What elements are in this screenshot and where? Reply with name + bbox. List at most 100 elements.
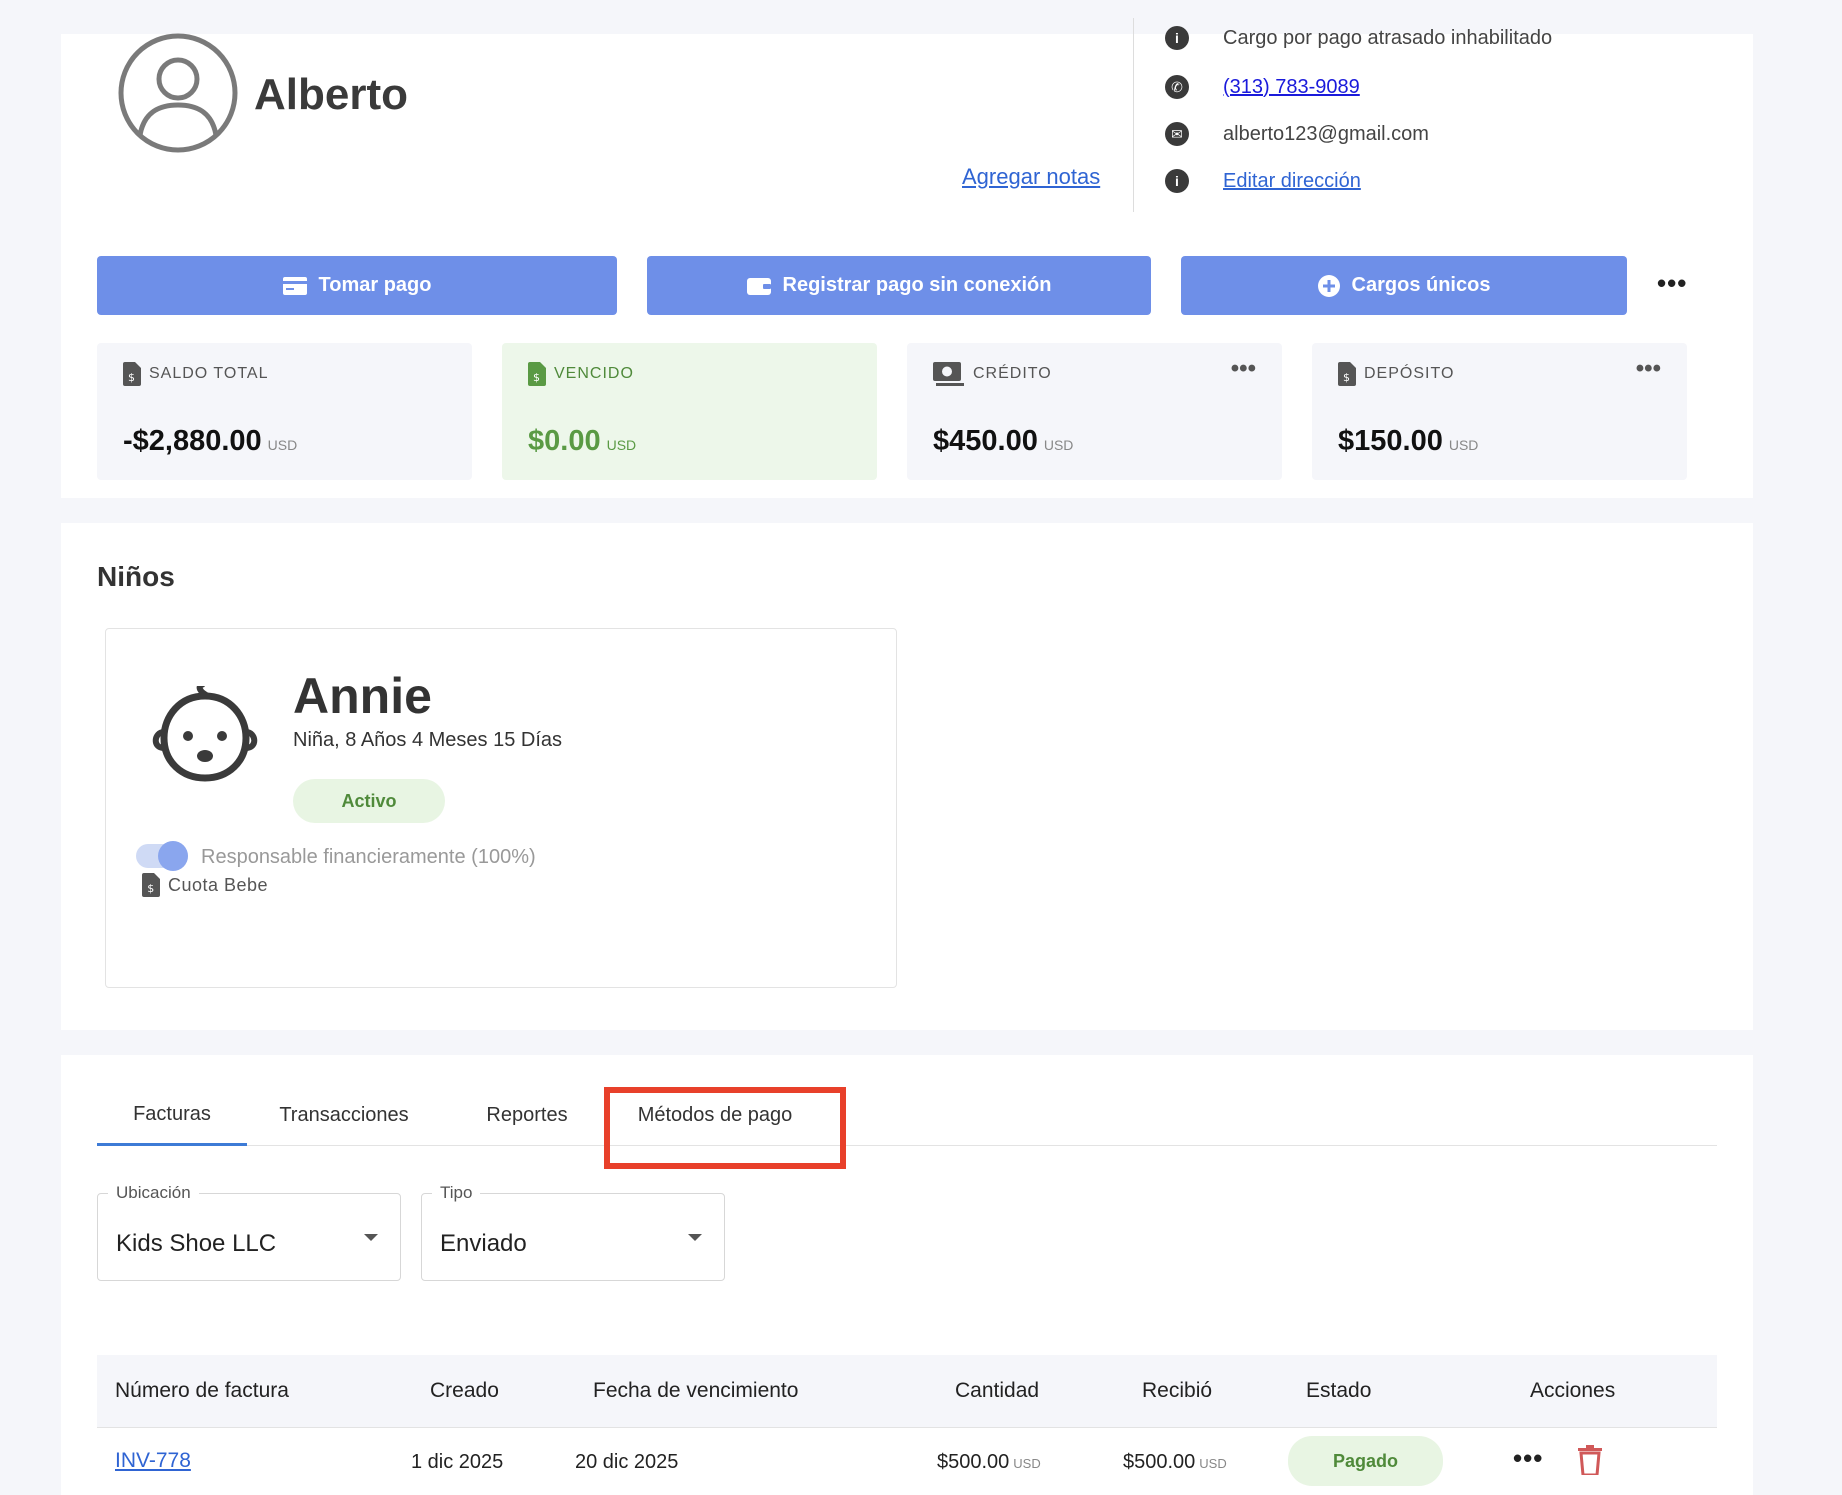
received-cell: $500.00 USD	[1123, 1451, 1227, 1474]
credit-card-icon	[282, 276, 307, 295]
tab-reports[interactable]: Reportes	[452, 1085, 602, 1145]
type-select-label: Tipo	[432, 1183, 481, 1203]
column-header[interactable]: Recibió	[1142, 1355, 1212, 1427]
edit-address-link[interactable]: Editar dirección	[1223, 170, 1361, 193]
invoice-number-link[interactable]: INV-778	[115, 1449, 191, 1473]
vertical-divider	[1133, 18, 1134, 212]
type-select-value: Enviado	[440, 1230, 527, 1257]
trash-icon[interactable]	[1577, 1445, 1603, 1475]
stat-label: VENCIDO	[554, 365, 634, 382]
invoice-icon: $	[528, 362, 546, 386]
stat-total-balance: $ SALDO TOTAL -$2,880.00 USD	[97, 343, 472, 480]
stat-overdue: $ VENCIDO $0.00 USD	[502, 343, 877, 480]
credit-more-icon[interactable]: •••	[1231, 355, 1256, 383]
caret-down-icon	[364, 1234, 378, 1241]
stat-label: CRÉDITO	[973, 365, 1052, 382]
kids-title: Niños	[97, 561, 175, 592]
svg-text:$: $	[128, 371, 136, 384]
fee-label: Cuota Bebe	[168, 874, 269, 895]
late-fee-text: Cargo por pago atrasado inhabilitado	[1223, 26, 1553, 49]
child-card[interactable]: Annie Niña, 8 Años 4 Meses 15 Días Activ…	[105, 628, 897, 988]
column-header: Acciones	[1530, 1379, 1616, 1402]
stat-value: -$2,880.00	[123, 425, 262, 457]
email-row: ✉ alberto123@gmail.com	[1165, 122, 1429, 146]
stat-label: SALDO TOTAL	[149, 365, 269, 382]
tab-transactions[interactable]: Transacciones	[262, 1085, 426, 1145]
profile-name: Alberto	[254, 70, 408, 119]
phone-link[interactable]: (313) 783-9089	[1223, 76, 1360, 99]
invoice-icon: $	[123, 362, 141, 386]
received-currency: USD	[1199, 1456, 1227, 1471]
invoice-icon: $	[1338, 362, 1356, 386]
column-header[interactable]: Estado	[1306, 1355, 1371, 1427]
plus-circle-icon	[1317, 274, 1340, 297]
phone-row: ✆ (313) 783-9089	[1165, 75, 1360, 99]
baby-face-icon	[152, 686, 258, 782]
info-icon: i	[1165, 169, 1189, 193]
column-header[interactable]: Creado	[430, 1355, 499, 1427]
take-payment-label: Tomar pago	[318, 274, 432, 296]
email-icon: ✉	[1165, 122, 1189, 146]
tab-bar: Facturas Transacciones Reportes Métodos …	[97, 1085, 1717, 1146]
cash-icon	[933, 362, 964, 386]
offline-payment-button[interactable]: Registrar pago sin conexión	[647, 256, 1151, 315]
take-payment-button[interactable]: Tomar pago	[97, 256, 617, 315]
info-icon: i	[1165, 26, 1189, 50]
tab-invoices[interactable]: Facturas	[97, 1085, 247, 1146]
column-header[interactable]: Cantidad	[955, 1355, 1039, 1427]
stat-label: DEPÓSITO	[1364, 365, 1455, 382]
invoice-icon: $	[142, 873, 160, 897]
stat-currency: USD	[267, 437, 298, 453]
table-header: Número de factura Creado Fecha de vencim…	[97, 1355, 1717, 1428]
type-select[interactable]: Tipo Enviado	[421, 1183, 725, 1281]
offline-payment-label: Registrar pago sin conexión	[782, 274, 1052, 296]
svg-text:$: $	[1343, 371, 1351, 384]
stat-currency: USD	[1043, 437, 1074, 453]
stat-deposit: $ DEPÓSITO ••• $150.00 USD	[1312, 343, 1687, 480]
svg-text:$: $	[533, 371, 541, 384]
stat-currency: USD	[1448, 437, 1479, 453]
child-status-badge: Activo	[293, 779, 445, 823]
created-cell: 1 dic 2025	[411, 1451, 504, 1473]
column-header[interactable]: Fecha de vencimiento	[593, 1355, 798, 1427]
user-avatar-icon	[118, 33, 238, 153]
child-name: Annie	[293, 668, 432, 724]
phone-icon: ✆	[1165, 75, 1189, 99]
svg-text:$: $	[147, 882, 155, 895]
highlight-box	[604, 1087, 846, 1169]
invoices-card: Facturas Transacciones Reportes Métodos …	[61, 1055, 1753, 1495]
status-badge: Pagado	[1288, 1436, 1443, 1486]
one-time-charges-button[interactable]: Cargos únicos	[1181, 256, 1627, 315]
financial-responsibility-toggle[interactable]	[136, 841, 188, 871]
email-text: alberto123@gmail.com	[1223, 122, 1429, 145]
financial-responsibility-label: Responsable financieramente (100%)	[201, 846, 536, 868]
column-header[interactable]: Número de factura	[115, 1355, 289, 1427]
fee-row: $ Cuota Bebe	[142, 872, 268, 898]
add-notes-link[interactable]: Agregar notas	[962, 164, 1100, 190]
profile-card: Alberto Agregar notas i Cargo por pago a…	[61, 0, 1753, 498]
deposit-more-icon[interactable]: •••	[1636, 355, 1661, 383]
amount-value: $500.00	[937, 1451, 1010, 1473]
kids-card: Niños Annie Niña, 8 Años 4 Meses 15 Días…	[61, 523, 1753, 1030]
caret-down-icon	[688, 1234, 702, 1241]
toggle-knob	[158, 841, 188, 871]
address-row: i Editar dirección	[1165, 169, 1361, 193]
location-select-value: Kids Shoe LLC	[116, 1230, 277, 1257]
received-value: $500.00	[1123, 1451, 1196, 1473]
stat-value: $450.00	[933, 425, 1038, 457]
location-select-label: Ubicación	[108, 1183, 199, 1203]
wallet-icon	[746, 277, 771, 295]
amount-currency: USD	[1013, 1456, 1041, 1471]
stat-credit: CRÉDITO ••• $450.00 USD	[907, 343, 1282, 480]
location-select[interactable]: Ubicación Kids Shoe LLC	[97, 1183, 401, 1281]
row-more-actions-icon[interactable]: •••	[1513, 1443, 1543, 1474]
due-date-cell: 20 dic 2025	[575, 1451, 679, 1473]
child-details: Niña, 8 Años 4 Meses 15 Días	[293, 729, 563, 751]
amount-cell: $500.00 USD	[937, 1451, 1041, 1474]
stat-value: $0.00	[528, 425, 601, 457]
more-actions-icon[interactable]: •••	[1657, 268, 1687, 299]
stat-currency: USD	[606, 437, 637, 453]
one-time-charges-label: Cargos únicos	[1351, 274, 1491, 296]
stat-value: $150.00	[1338, 425, 1443, 457]
late-fee-row: i Cargo por pago atrasado inhabilitado	[1165, 26, 1552, 50]
